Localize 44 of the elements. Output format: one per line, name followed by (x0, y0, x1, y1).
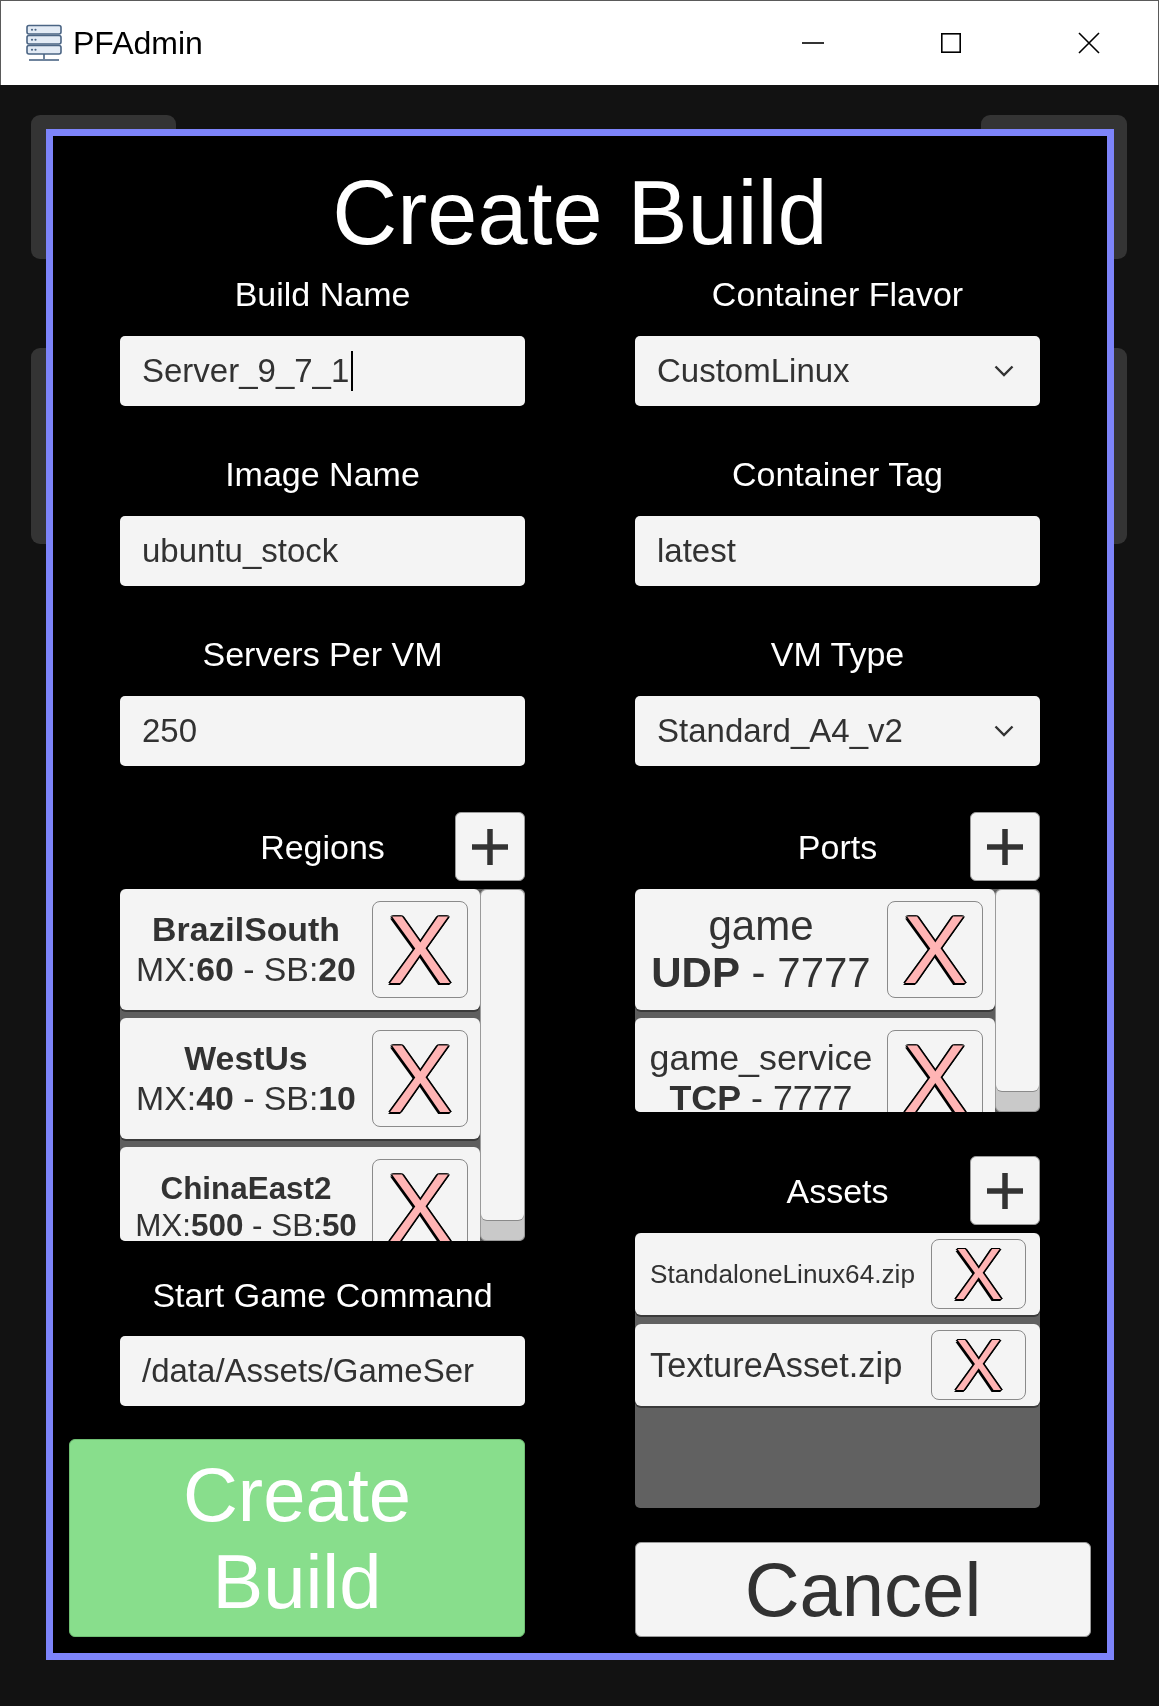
plus-icon (472, 828, 508, 865)
cancel-button[interactable]: Cancel (635, 1542, 1091, 1637)
text-field[interactable]: Server_9_7_1 (120, 336, 525, 406)
add-button[interactable] (970, 812, 1040, 881)
plus-icon (987, 1172, 1023, 1209)
field-label: Build Name (234, 274, 411, 314)
text-field[interactable]: ubuntu_stock (120, 516, 525, 586)
dropdown[interactable]: CustomLinux (635, 336, 1040, 406)
port-protocol: TCP - 7777 (669, 1078, 853, 1112)
field-label: Start Game Command (152, 1275, 493, 1315)
field-label: Container Flavor (711, 274, 964, 314)
region-name: ChinaEast2 (160, 1170, 332, 1208)
region-limits: MX:60 - SB:20 (136, 949, 356, 990)
field-label: Servers Per VM (202, 634, 443, 674)
chevron-down-icon (994, 365, 1014, 377)
plus-icon (987, 828, 1023, 865)
field-label: Container Tag (731, 454, 944, 494)
text-field[interactable]: latest (635, 516, 1040, 586)
region-limits: MX:500 - SB:50 (135, 1207, 357, 1241)
add-button[interactable] (970, 1156, 1040, 1225)
section-label: Assets (786, 1171, 889, 1211)
section-label: Ports (797, 827, 878, 867)
dialog-title: Create Build (332, 168, 828, 258)
window-title: PFAdmin (73, 24, 203, 62)
minimize-icon (802, 42, 824, 44)
chevron-down-icon (994, 725, 1014, 737)
asset-file-name: StandaloneLinux64.zip (649, 1258, 916, 1290)
port-protocol: UDP - 7777 (651, 949, 871, 996)
add-button[interactable] (455, 812, 525, 881)
region-name: WestUs (184, 1038, 308, 1079)
port-name: game (708, 903, 814, 950)
field-label: VM Type (770, 634, 905, 674)
field-label: Image Name (225, 454, 420, 494)
section-label: Regions (260, 827, 385, 867)
maximize-icon (941, 33, 961, 53)
dropdown[interactable]: Standard_A4_v2 (635, 696, 1040, 766)
text-field[interactable]: 250 (120, 696, 525, 766)
text-field[interactable]: /data/Assets/GameSer (120, 1336, 525, 1406)
asset-file-name: TextureAsset.zip (649, 1345, 904, 1385)
region-limits: MX:40 - SB:10 (136, 1078, 356, 1119)
port-name: game_service (649, 1039, 873, 1079)
server-stack-icon (25, 24, 63, 62)
close-icon (1078, 32, 1100, 54)
region-name: BrazilSouth (152, 909, 340, 950)
